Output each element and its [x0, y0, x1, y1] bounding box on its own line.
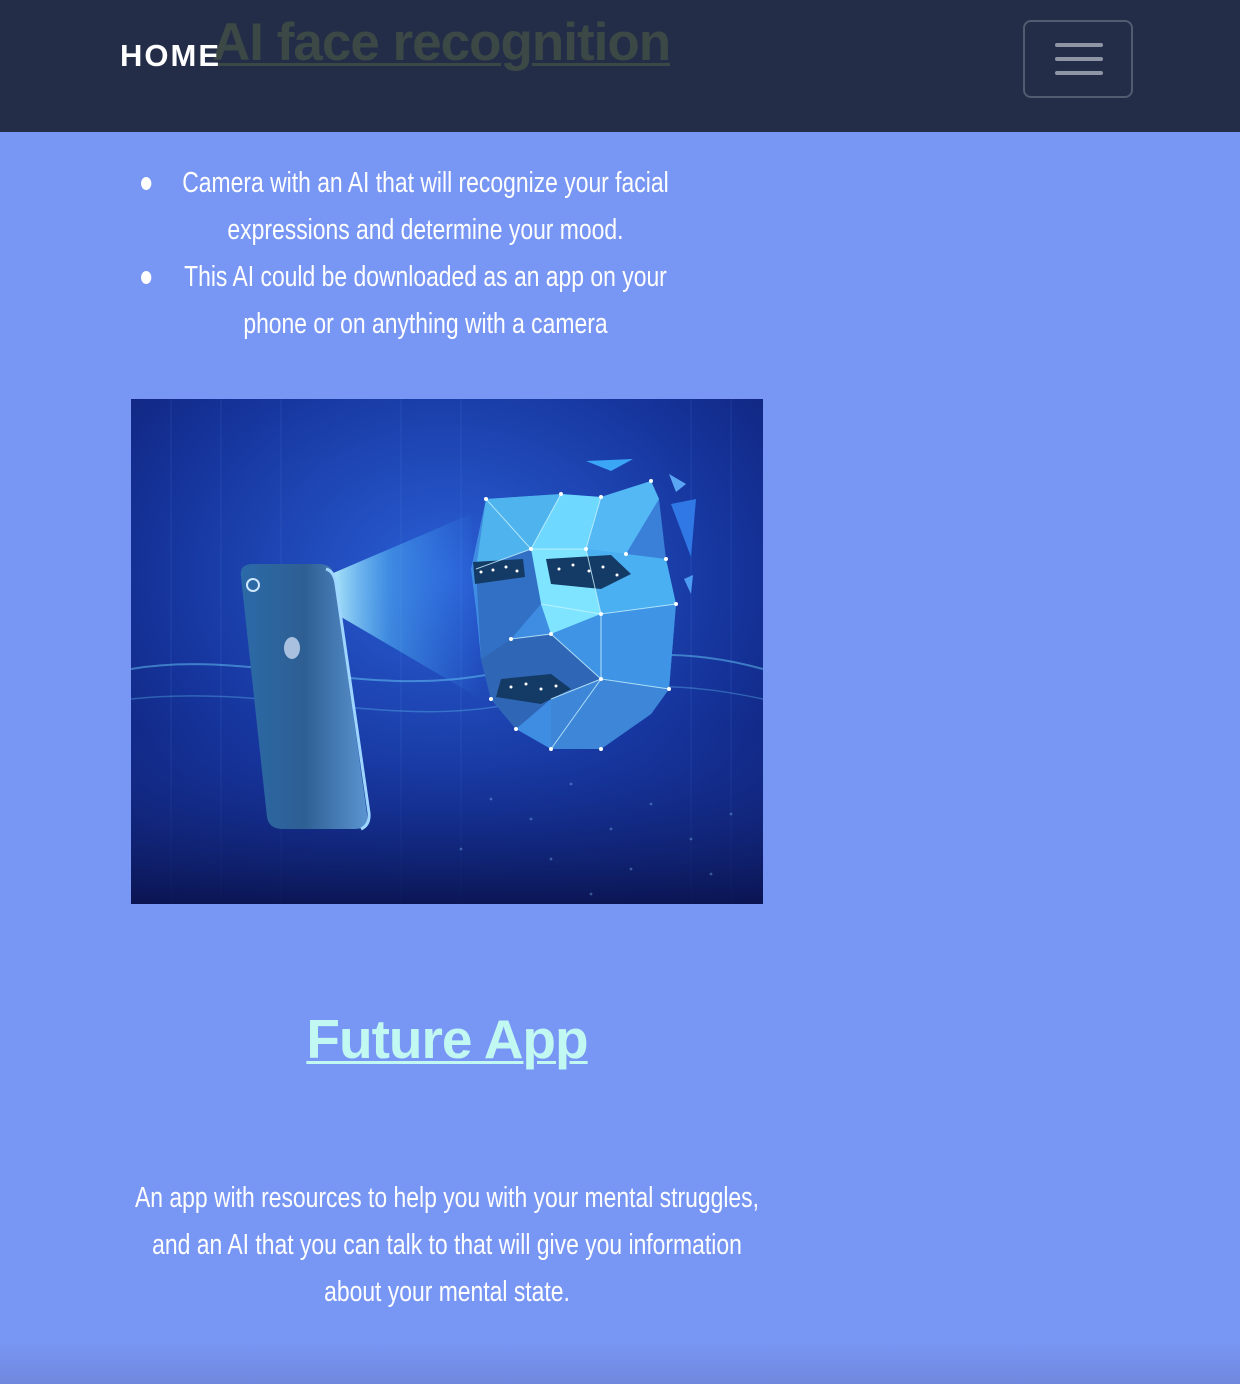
page-title[interactable]: AI face recognition: [212, 13, 671, 72]
bottom-fade: [0, 1342, 1240, 1384]
menu-toggle-button[interactable]: [1023, 20, 1133, 98]
bullet-icon: [141, 177, 152, 190]
hamburger-menu-icon-bar: [1055, 57, 1103, 61]
hamburger-menu-icon-bar: [1055, 71, 1103, 75]
face-recognition-illustration: [131, 399, 763, 904]
bullet-icon: [141, 271, 152, 284]
feature-list: Camera with an AI that will recognize yo…: [130, 160, 683, 348]
feature-text: Camera with an AI that will recognize yo…: [182, 167, 669, 246]
feature-list-item: This AI could be downloaded as an app on…: [130, 254, 683, 348]
feature-text: This AI could be downloaded as an app on…: [184, 261, 667, 340]
hamburger-menu-icon: [1055, 43, 1103, 47]
future-app-heading[interactable]: Future App: [131, 1006, 763, 1072]
feature-list-item: Camera with an AI that will recognize yo…: [130, 160, 683, 254]
home-link[interactable]: HOME: [120, 40, 221, 71]
future-app-description: An app with resources to help you with y…: [134, 1182, 759, 1308]
